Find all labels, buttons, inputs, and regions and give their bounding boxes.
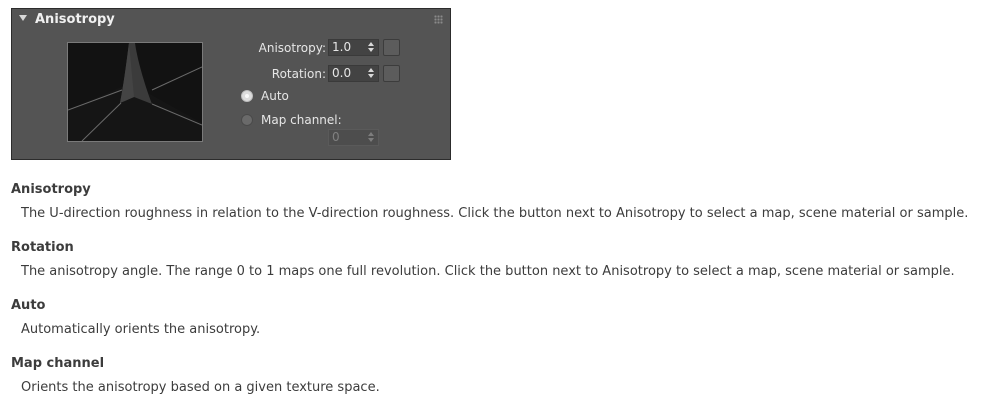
map-channel-spinner: 0 [328, 129, 379, 146]
spinner-down-icon[interactable] [368, 74, 374, 78]
spinner-up-icon [368, 132, 374, 136]
doc-term-auto: Auto [11, 298, 46, 313]
rotation-label: Rotation: [271, 67, 326, 81]
doc-desc-auto: Automatically orients the anisotropy. [21, 322, 261, 337]
doc-term-anisotropy: Anisotropy [11, 182, 91, 197]
rotation-spinner[interactable]: 0.0 [328, 65, 379, 82]
spinner-arrows[interactable] [368, 42, 376, 54]
rollout-title: Anisotropy [35, 12, 115, 27]
anisotropy-label: Anisotropy: [258, 41, 326, 55]
doc-desc-map-channel: Orients the anisotropy based on a given … [21, 380, 380, 395]
doc-term-map-channel: Map channel [11, 356, 105, 371]
anisotropy-spinner[interactable]: 1.0 [328, 39, 379, 56]
map-channel-radio-label[interactable]: Map channel: [261, 112, 342, 128]
spinner-arrows[interactable] [368, 68, 376, 80]
doc-desc-rotation: The anisotropy angle. The range 0 to 1 m… [21, 264, 955, 279]
doc-term-rotation: Rotation [11, 240, 74, 255]
spinner-up-icon[interactable] [368, 68, 374, 72]
rotation-map-button[interactable] [383, 65, 400, 82]
anisotropy-rollout: Anisotropy Anisotropy: 1.0 Rotation: 0.0 [11, 8, 451, 160]
spinner-arrows [368, 132, 376, 144]
collapse-arrow-icon[interactable] [19, 15, 27, 21]
rotation-value[interactable]: 0.0 [332, 66, 351, 81]
spinner-down-icon[interactable] [368, 48, 374, 52]
doc-desc-anisotropy: The U-direction roughness in relation to… [21, 206, 969, 221]
auto-radio-label[interactable]: Auto [261, 88, 289, 104]
spinner-down-icon [368, 138, 374, 142]
map-channel-value: 0 [332, 130, 340, 144]
rollout-header[interactable]: Anisotropy [12, 9, 450, 31]
anisotropy-value[interactable]: 1.0 [332, 40, 351, 55]
anisotropy-preview-graphic [68, 43, 202, 141]
anisotropy-preview [67, 42, 203, 142]
grip-icon[interactable] [434, 15, 443, 24]
auto-radio[interactable] [241, 90, 253, 102]
anisotropy-map-button[interactable] [383, 39, 400, 56]
map-channel-radio[interactable] [241, 114, 253, 126]
spinner-up-icon[interactable] [368, 42, 374, 46]
